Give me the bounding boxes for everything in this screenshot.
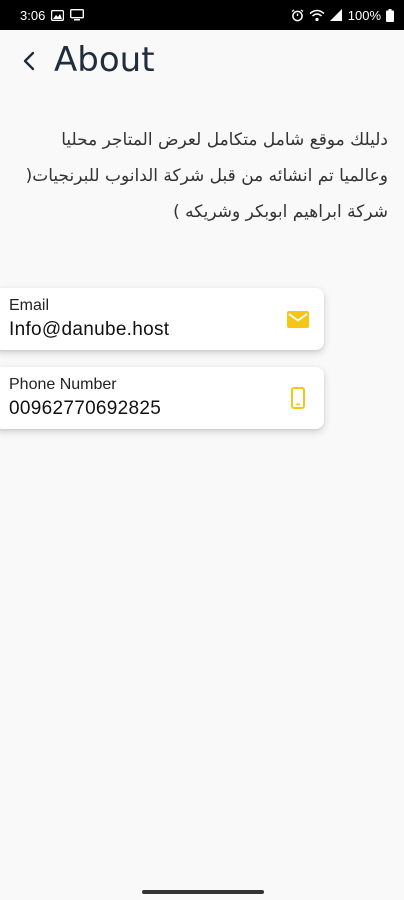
- signal-icon: [329, 9, 343, 21]
- phone-card[interactable]: Phone Number 00962770692825: [0, 367, 324, 429]
- status-bar-left: 3:06: [20, 7, 85, 23]
- mail-icon[interactable]: [286, 307, 310, 331]
- status-time: 3:06: [20, 7, 46, 23]
- screen-notification-icon: [70, 9, 85, 21]
- gallery-notification-icon: [51, 9, 65, 21]
- email-value: Info@danube.host: [9, 319, 170, 340]
- page-title: About: [54, 40, 155, 80]
- status-bar-right: 100%: [291, 8, 394, 23]
- gesture-nav-bar[interactable]: [142, 890, 264, 894]
- email-card[interactable]: Email Info@danube.host: [0, 288, 324, 350]
- smartphone-icon[interactable]: [286, 386, 310, 410]
- battery-icon: [386, 8, 394, 22]
- phone-value: 00962770692825: [9, 398, 162, 419]
- about-description: دليلك موقع شامل متكامل لعرض المتاجر محلي…: [25, 130, 388, 222]
- wifi-icon: [309, 9, 325, 22]
- app-header: About: [0, 36, 404, 86]
- back-button[interactable]: [14, 46, 44, 76]
- chevron-left-icon: [23, 51, 35, 71]
- battery-percent: 100%: [347, 7, 381, 23]
- status-bar: 3:06 100%: [0, 0, 404, 30]
- email-label: Email: [9, 297, 50, 314]
- alarm-icon: [291, 8, 304, 22]
- phone-label: Phone Number: [9, 376, 117, 393]
